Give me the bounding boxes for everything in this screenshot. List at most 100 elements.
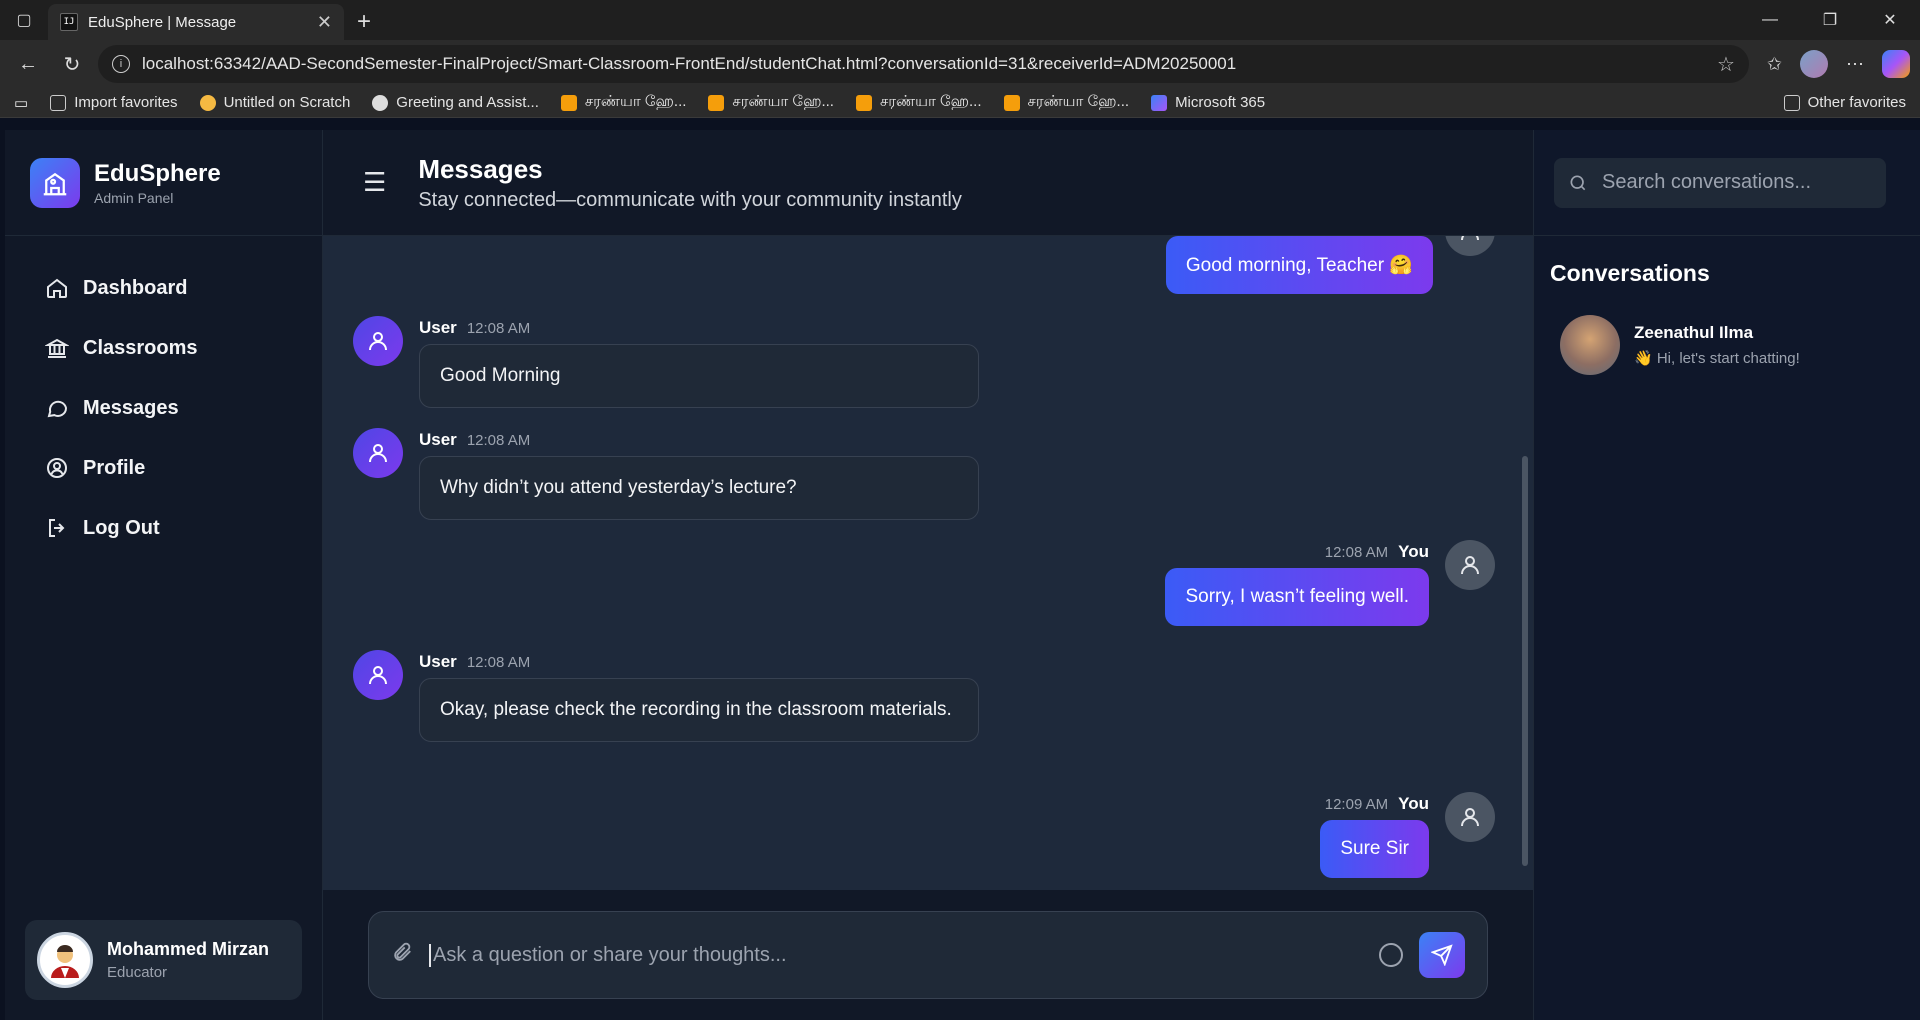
bookmark-item[interactable]: Import favorites [50, 94, 178, 111]
conversation-preview: 👋 Hi, let's start chatting! [1634, 350, 1800, 367]
message-sender: You [1398, 794, 1429, 813]
message-input[interactable] [429, 943, 1363, 967]
browser-tab-bar: ▢ IJ EduSphere | Message ✕ + — ❐ ✕ [0, 0, 1920, 40]
page-subtitle: Stay connected—communicate with your com… [418, 188, 962, 211]
brand: EduSphere Admin Panel [5, 130, 322, 236]
microsoft365-icon [1151, 94, 1168, 111]
user-icon [353, 650, 403, 700]
url-field[interactable]: i localhost:63342/AAD-SecondSemester-Fin… [98, 45, 1749, 83]
user-icon [353, 316, 403, 366]
bookmark-favicon-icon [560, 94, 577, 111]
conversation-name: Zeenathul Ilma [1634, 323, 1754, 342]
new-tab-icon[interactable]: + [344, 4, 384, 40]
nav-label: Classrooms [83, 336, 198, 359]
other-favorites[interactable]: Other favorites [1783, 94, 1906, 111]
avatar [37, 932, 93, 988]
favorites-icon[interactable]: ✩ [1767, 54, 1782, 75]
search-input[interactable] [1602, 171, 1872, 194]
user-icon [1445, 792, 1495, 842]
bookmark-item[interactable]: சரண்யா ஹே... [855, 93, 982, 112]
main-nav: Dashboard Classrooms Messages Profile Lo… [5, 236, 322, 580]
page-title: Messages [418, 153, 543, 184]
nav-label: Messages [83, 396, 179, 419]
import-folder-icon [50, 94, 67, 111]
composer-area [323, 890, 1533, 1020]
chat-bubble-icon [47, 400, 68, 418]
message-time: 12:08 AM [466, 320, 531, 337]
school-logo-icon [30, 157, 80, 208]
url-text: localhost:63342/AAD-SecondSemester-Final… [142, 54, 1237, 73]
bookmarks-bar: ▭ Import favorites Untitled on Scratch G… [0, 88, 1920, 118]
profile-avatar-icon[interactable] [1800, 50, 1828, 78]
conversations-title: Conversations [1550, 260, 1710, 286]
send-icon [1431, 944, 1453, 966]
bookmark-item[interactable]: Microsoft 365 [1151, 94, 1265, 111]
search-box[interactable] [1554, 157, 1886, 208]
bookmark-item[interactable]: சரண்யா ஹே... [1003, 93, 1129, 112]
conversations-panel: Conversations Zeenathul Ilma 👋 Hi, let's… [1533, 130, 1920, 1020]
message-sender: User [419, 430, 457, 449]
message-outgoing: 12:08 AM You Sorry, I wasn’t feeling wel… [1165, 540, 1495, 626]
bookmark-item[interactable]: சரண்யா ஹே... [560, 93, 686, 112]
nav-item-profile[interactable]: Profile [31, 438, 296, 498]
copilot-icon[interactable] [1882, 50, 1910, 78]
browser-toolbar: ✩ ⋯ [1757, 50, 1910, 78]
more-menu-icon[interactable]: ⋯ [1846, 54, 1864, 75]
tab-close-icon[interactable]: ✕ [317, 12, 332, 33]
site-info-icon[interactable]: i [112, 55, 130, 73]
message-bubble: Sure Sir [1320, 820, 1429, 878]
nav-item-classrooms[interactable]: Classrooms [31, 318, 296, 378]
message-incoming: User 12:08 AM Good Morning [353, 316, 979, 408]
message-avatar [1445, 236, 1495, 256]
message-outgoing: 12:09 AM You Sure Sir [1320, 792, 1495, 878]
search-icon [1570, 175, 1586, 190]
scratch-icon [199, 94, 216, 111]
nav-item-messages[interactable]: Messages [31, 378, 296, 438]
user-name: Mohammed Mirzan [107, 939, 270, 959]
window-close-icon[interactable]: ✕ [1860, 0, 1920, 40]
message-time: 12:08 AM [466, 432, 531, 449]
user-circle-icon [47, 458, 67, 478]
favorite-star-icon[interactable]: ☆ [1717, 52, 1735, 77]
bookmark-item[interactable]: சரண்யா ஹே... [708, 93, 834, 112]
home-icon [47, 278, 67, 298]
bookmark-favicon-icon [855, 94, 872, 111]
minimize-icon[interactable]: — [1740, 0, 1800, 40]
chatgpt-icon [372, 94, 389, 111]
nav-item-logout[interactable]: Log Out [31, 498, 296, 558]
sidebar-toggle-icon[interactable]: ▢ [0, 0, 48, 40]
chat-scrollbar[interactable] [1522, 456, 1528, 866]
bookmark-item[interactable]: Untitled on Scratch [199, 94, 350, 111]
building-columns-icon [45, 338, 69, 358]
message-bubble: Why didn’t you attend yesterday’s lectur… [419, 456, 979, 520]
refresh-icon[interactable]: ↻ [54, 46, 90, 82]
logout-icon [49, 519, 65, 537]
reading-list-icon[interactable]: ▭ [14, 94, 28, 112]
user-role: Educator [107, 964, 168, 981]
message-time: 12:09 AM [1324, 796, 1389, 813]
avatar [1560, 315, 1620, 375]
nav-item-dashboard[interactable]: Dashboard [31, 258, 296, 318]
attach-paperclip-icon[interactable] [391, 941, 413, 969]
address-bar-row: ← ↻ i localhost:63342/AAD-SecondSemester… [0, 40, 1920, 88]
user-card[interactable]: Mohammed Mirzan Educator [25, 920, 302, 1000]
app-root: EduSphere Admin Panel Dashboard Classroo… [5, 130, 1920, 1020]
message-time: 12:08 AM [1324, 544, 1389, 561]
back-icon[interactable]: ← [10, 46, 46, 82]
message-bubble: Good Morning [419, 344, 979, 408]
browser-tab[interactable]: IJ EduSphere | Message ✕ [48, 4, 344, 40]
conversation-item[interactable]: Zeenathul Ilma 👋 Hi, let's start chattin… [1534, 305, 1920, 385]
chat-thread[interactable]: Good morning, Teacher 🤗 User 12:08 AM Go… [323, 236, 1533, 890]
bookmark-item[interactable]: Greeting and Assist... [372, 94, 539, 111]
brand-name: EduSphere [94, 159, 221, 187]
emoji-icon[interactable] [1379, 943, 1403, 967]
restore-icon[interactable]: ❐ [1800, 0, 1860, 40]
user-icon [353, 428, 403, 478]
user-icon [1445, 540, 1495, 590]
message-incoming: User 12:08 AM Okay, please check the rec… [353, 650, 979, 742]
send-button[interactable] [1419, 932, 1465, 978]
menu-icon[interactable]: ☰ [363, 167, 386, 198]
main-content: ☰ Messages Stay connected—communicate wi… [323, 130, 1533, 1020]
message-incoming: User 12:08 AM Why didn’t you attend yest… [353, 428, 979, 520]
sidebar: EduSphere Admin Panel Dashboard Classroo… [5, 130, 323, 1020]
